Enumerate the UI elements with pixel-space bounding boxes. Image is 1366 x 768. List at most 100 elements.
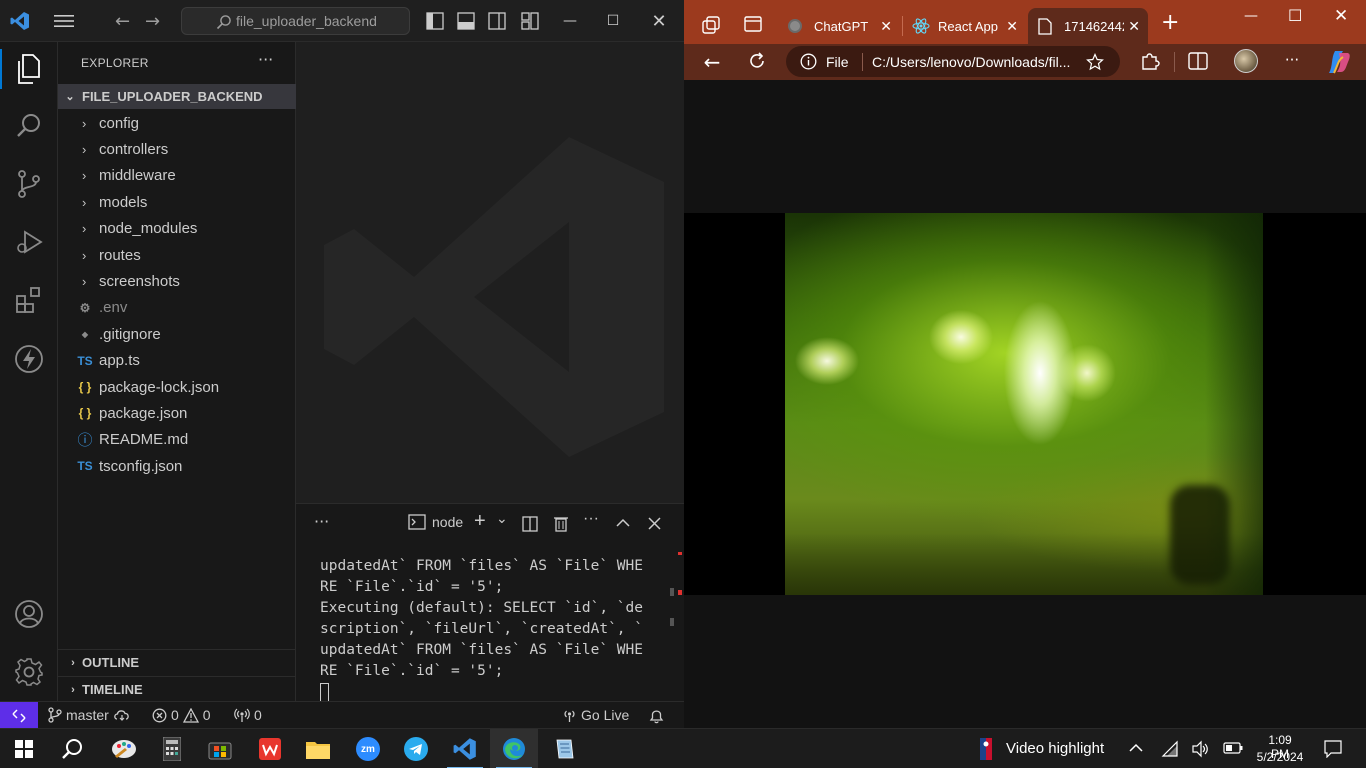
forward-arrow-icon[interactable]: → [145,11,160,32]
close-panel-icon[interactable] [648,517,661,530]
panel-more-icon[interactable]: ··· [314,512,329,531]
close-tab-icon[interactable]: ✕ [1006,18,1018,35]
notifications-bell-icon[interactable] [649,708,664,724]
tree-folder[interactable]: › models [58,189,296,215]
tab-active-file[interactable]: 171462442 ✕ [1028,8,1148,44]
scroll-marker [678,552,682,555]
tab-chatgpt[interactable]: ChatGPT ✕ [778,8,900,44]
source-control-icon[interactable] [0,160,58,208]
refresh-icon[interactable] [747,51,767,71]
tree-item-label: package-lock.json [99,378,220,396]
new-tab-icon[interactable]: + [1161,10,1179,35]
close-icon[interactable]: ✕ [1334,6,1348,26]
start-windows-icon[interactable] [0,729,48,768]
problems-indicator[interactable]: 0 0 [152,707,211,723]
store-app-icon[interactable] [196,729,244,768]
thunder-client-icon[interactable] [0,335,58,383]
tree-folder[interactable]: › controllers [58,136,296,162]
tree-folder[interactable]: › config [58,110,296,136]
explorer-icon[interactable] [0,45,58,93]
terminal-selector[interactable]: node [408,514,463,530]
taskbar-search-icon[interactable] [48,729,96,768]
split-screen-icon[interactable] [1188,52,1208,70]
command-center-search[interactable]: file_uploader_backend [181,7,410,35]
clock-date[interactable]: 5/2/2024 [1255,750,1305,764]
close-icon[interactable]: ✕ [645,8,673,34]
paint-app-icon[interactable] [100,729,148,768]
vscode-taskbar-icon[interactable] [441,729,489,768]
toggle-secondary-sidebar-icon[interactable] [488,12,506,30]
customize-layout-icon[interactable] [521,12,539,30]
back-arrow-icon[interactable]: ← [115,11,130,32]
terminal-scrollbar-thumb[interactable] [670,618,674,626]
settings-more-icon[interactable]: ··· [1280,48,1304,72]
nba-notification-icon[interactable] [962,729,1010,768]
extensions-puzzle-icon[interactable] [1140,51,1160,71]
tree-file[interactable]: ⓘ README.md [58,427,296,453]
terminal-scrollbar[interactable] [670,588,674,596]
search-view-icon[interactable] [0,102,58,150]
outline-section[interactable]: › OUTLINE [58,649,296,675]
edge-taskbar-icon[interactable] [490,729,538,768]
ports-indicator[interactable]: 0 [234,707,262,723]
terminal-output[interactable]: updatedAt` FROM `files` AS `File` WHE RE … [320,556,665,703]
show-hidden-icons-chevron-up-icon[interactable] [1129,743,1143,753]
split-terminal-icon[interactable] [522,516,538,532]
new-terminal-icon[interactable]: + [474,510,486,533]
favorite-star-icon[interactable] [1086,52,1104,71]
profile-avatar[interactable] [1234,49,1258,73]
minimize-icon[interactable]: — [556,8,584,34]
workspaces-icon[interactable] [702,16,720,34]
extensions-icon[interactable] [0,276,58,324]
tab-react-app[interactable]: React App ✕ [904,8,1026,44]
chevron-down-icon: ⌄ [65,91,75,103]
file-explorer-icon[interactable] [294,729,342,768]
settings-gear-icon[interactable] [0,648,58,696]
panel-overflow-icon[interactable]: ··· [583,510,599,528]
tree-file[interactable]: { } package-lock.json [58,374,296,400]
tree-folder[interactable]: › routes [58,242,296,268]
notification-text[interactable]: Video highlight [1006,740,1104,757]
tree-file[interactable]: TS app.ts [58,348,296,374]
tab-actions-icon[interactable] [744,16,762,32]
tree-folder[interactable]: › screenshots [58,268,296,294]
volume-icon[interactable] [1191,740,1209,758]
maximize-icon[interactable]: ☐ [1288,6,1302,25]
run-debug-icon[interactable] [0,218,58,266]
wifi-icon[interactable] [1161,740,1179,758]
notepad-app-icon[interactable] [540,729,588,768]
maximize-panel-icon[interactable] [616,518,630,528]
back-arrow-icon[interactable]: ← [700,50,724,74]
maximize-icon[interactable]: ☐ [599,8,627,34]
wps-office-icon[interactable] [246,729,294,768]
action-center-icon[interactable] [1324,740,1342,758]
menu-icon[interactable] [54,13,76,29]
video-player[interactable] [684,213,1366,595]
zoom-app-icon[interactable]: zm [344,729,392,768]
remote-indicator-icon[interactable] [0,702,38,729]
address-bar[interactable]: File C:/Users/lenovo/Downloads/fil... [786,46,1120,77]
go-live-button[interactable]: Go Live [562,707,629,723]
timeline-section[interactable]: › TIMELINE [58,676,296,702]
branch-indicator[interactable]: master [48,707,131,723]
copilot-icon[interactable] [1326,50,1352,74]
tree-file[interactable]: { } package.json [58,400,296,426]
close-tab-icon[interactable]: ✕ [880,18,892,35]
toggle-panel-icon[interactable] [457,12,475,30]
calculator-app-icon[interactable] [148,729,196,768]
tree-folder[interactable]: › middleware [58,163,296,189]
trash-icon[interactable] [553,515,569,532]
tree-file[interactable]: TS tsconfig.json [58,453,296,479]
tree-folder[interactable]: › node_modules [58,216,296,242]
toggle-sidebar-icon[interactable] [426,12,444,30]
chevron-down-icon[interactable]: ⌄ [496,510,508,527]
tree-file[interactable]: ◆ .gitignore [58,321,296,347]
accounts-icon[interactable] [0,590,58,638]
workspace-folder-header[interactable]: ⌄ FILE_UPLOADER_BACKEND [58,84,296,109]
tree-file[interactable]: ⚙ .env [58,295,296,321]
battery-icon[interactable] [1223,742,1243,754]
close-tab-icon[interactable]: ✕ [1128,18,1140,35]
minimize-icon[interactable]: — [1244,8,1258,24]
telegram-app-icon[interactable] [392,729,440,768]
explorer-more-actions-icon[interactable]: ··· [258,50,273,69]
